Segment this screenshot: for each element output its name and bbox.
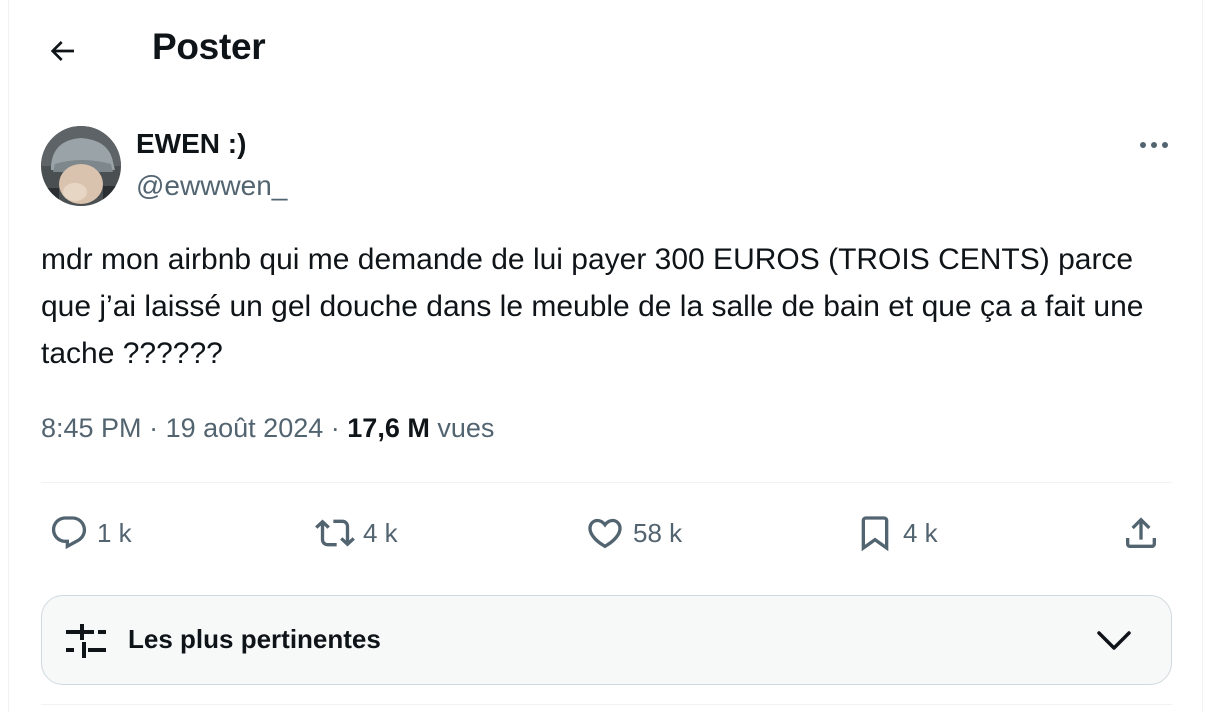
more-options-button[interactable] [1135,130,1173,160]
arrow-left-icon [50,41,74,61]
tweet-date[interactable]: 19 août 2024 [166,413,324,443]
like-button[interactable]: 58 k [585,508,682,558]
tweet-metadata: 8:45 PM · 19 août 2024 · 17,6 M vues [41,413,494,444]
bookmark-button[interactable]: 4 k [855,508,938,558]
back-button[interactable] [39,28,85,74]
reply-button[interactable]: 1 k [49,508,132,558]
views-label: vues [437,413,495,443]
page-title: Poster [152,26,266,67]
share-button[interactable] [1121,508,1161,558]
reply-icon [51,516,87,550]
bookmark-count: 4 k [903,517,938,548]
repost-button[interactable]: 4 k [315,508,398,558]
tweet-detail-panel: Poster EWEN :) @ewwwen_ mdr mon airbnb q… [8,0,1203,712]
chevron-down-icon [1097,631,1131,650]
reply-count: 1 k [97,517,132,548]
user-handle[interactable]: @ewwwen_ [136,170,287,202]
views-count: 17,6 M [347,413,430,443]
like-count: 58 k [633,517,683,548]
avatar-image [41,126,121,206]
divider [41,704,1172,705]
repost-icon [315,519,355,547]
divider [41,482,1172,483]
tweet-time[interactable]: 8:45 PM [41,413,142,443]
bookmark-icon [861,516,889,552]
tweet-text: mdr mon airbnb qui me demande de lui pay… [41,243,1144,370]
separator-dot: · [149,413,159,443]
top-bar: Poster [9,0,1202,100]
more-dots-icon [1140,142,1168,148]
share-icon [1126,517,1156,548]
sort-label: Les plus pertinentes [128,624,381,654]
replies-sort-dropdown[interactable]: Les plus pertinentes [41,595,1172,685]
sliders-icon [66,624,106,658]
heart-icon [588,518,622,549]
separator-dot: · [330,413,340,443]
display-name[interactable]: EWEN :) [136,128,246,160]
repost-count: 4 k [363,517,398,548]
action-bar: 1 k 4 k 58 k 4 k [9,508,1202,558]
avatar[interactable] [41,126,121,206]
